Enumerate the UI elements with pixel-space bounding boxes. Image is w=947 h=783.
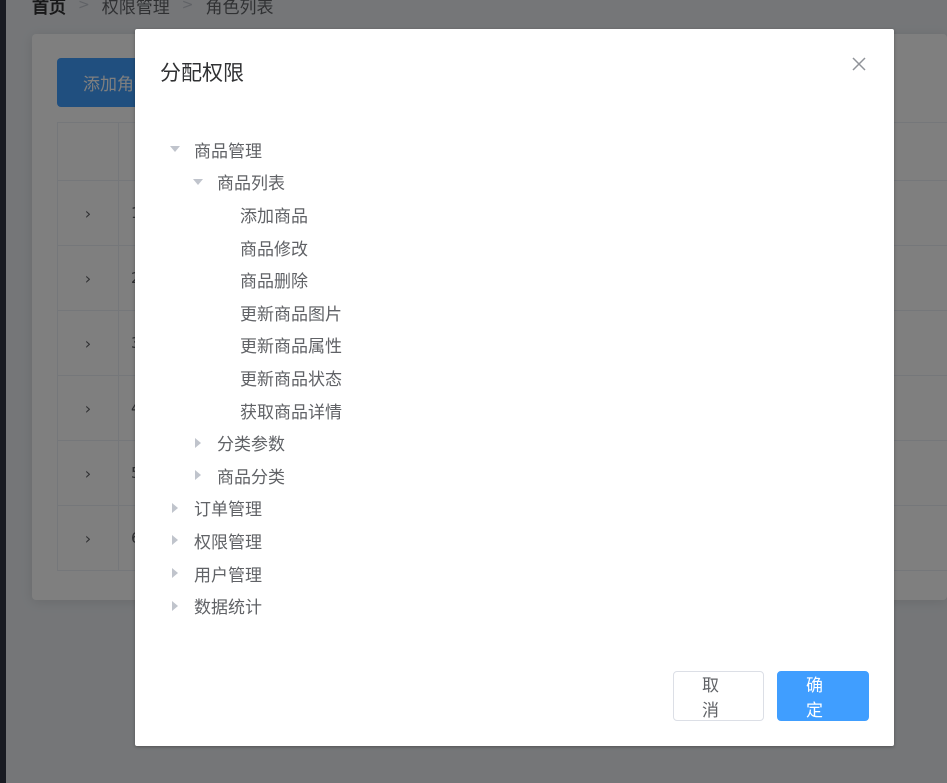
tree-node-label: 用户管理 (194, 565, 262, 586)
tree-node[interactable]: 商品管理 (160, 133, 860, 166)
tree-node[interactable]: 分类参数 (160, 426, 860, 459)
tree-node[interactable]: 权限管理 (160, 524, 860, 557)
assign-permissions-dialog: 分配权限 商品管理商品列表添加商品商品修改商品删除更新商品图片 更新商品属性 更新商… (135, 29, 894, 746)
tree-node-label: 商品管理 (194, 141, 262, 162)
caret-down-icon[interactable] (164, 138, 186, 160)
tree-node-label: 商品修改 (240, 239, 308, 260)
tree-node[interactable]: 用户管理 (160, 557, 860, 590)
tree-node[interactable]: 获取商品详情 (160, 394, 860, 427)
dialog-title: 分配权限 (160, 61, 244, 85)
close-icon[interactable] (850, 55, 868, 73)
tree-node-label: 更新商品属性 (240, 337, 342, 358)
caret-right-icon[interactable] (164, 497, 186, 519)
tree-node[interactable]: 商品分类 (160, 459, 860, 492)
tree-node[interactable]: 添加商品 (160, 198, 860, 231)
tree-node-label: 订单管理 (194, 500, 262, 521)
caret-down-icon[interactable] (187, 171, 209, 193)
caret-right-icon[interactable] (164, 595, 186, 617)
tree-node-label: 分类参数 (217, 435, 285, 456)
tree-node[interactable]: 商品删除 (160, 263, 860, 296)
tree-node[interactable]: 更新商品状态 (160, 361, 860, 394)
tree-node-label: 更新商品状态 (240, 369, 342, 390)
caret-right-icon[interactable] (164, 562, 186, 584)
permission-tree: 商品管理商品列表添加商品商品修改商品删除更新商品图片 更新商品属性 更新商品状态 获取… (160, 133, 860, 622)
tree-node[interactable]: 商品列表 (160, 166, 860, 199)
tree-node-label: 添加商品 (240, 206, 308, 227)
tree-node-label: 商品删除 (240, 272, 308, 293)
caret-right-icon[interactable] (164, 529, 186, 551)
tree-node-label: 商品分类 (217, 467, 285, 488)
cancel-button[interactable]: 取消 (673, 671, 764, 721)
tree-node[interactable]: 商品修改 (160, 231, 860, 264)
tree-node-label: 数据统计 (194, 598, 262, 619)
tree-node-label: 更新商品图片 (240, 304, 342, 325)
tree-node[interactable]: 更新商品图片 (160, 296, 860, 329)
tree-node[interactable]: 更新商品属性 (160, 329, 860, 362)
dialog-footer: 取消 确定 (673, 671, 869, 721)
tree-node-label: 商品列表 (217, 174, 285, 195)
tree-node-label: 权限管理 (194, 532, 262, 553)
tree-node[interactable]: 订单管理 (160, 492, 860, 525)
tree-node-label: 获取商品详情 (240, 402, 342, 423)
confirm-button[interactable]: 确定 (777, 671, 869, 721)
caret-right-icon[interactable] (187, 464, 209, 486)
caret-right-icon[interactable] (187, 432, 209, 454)
tree-node[interactable]: 数据统计 (160, 589, 860, 622)
